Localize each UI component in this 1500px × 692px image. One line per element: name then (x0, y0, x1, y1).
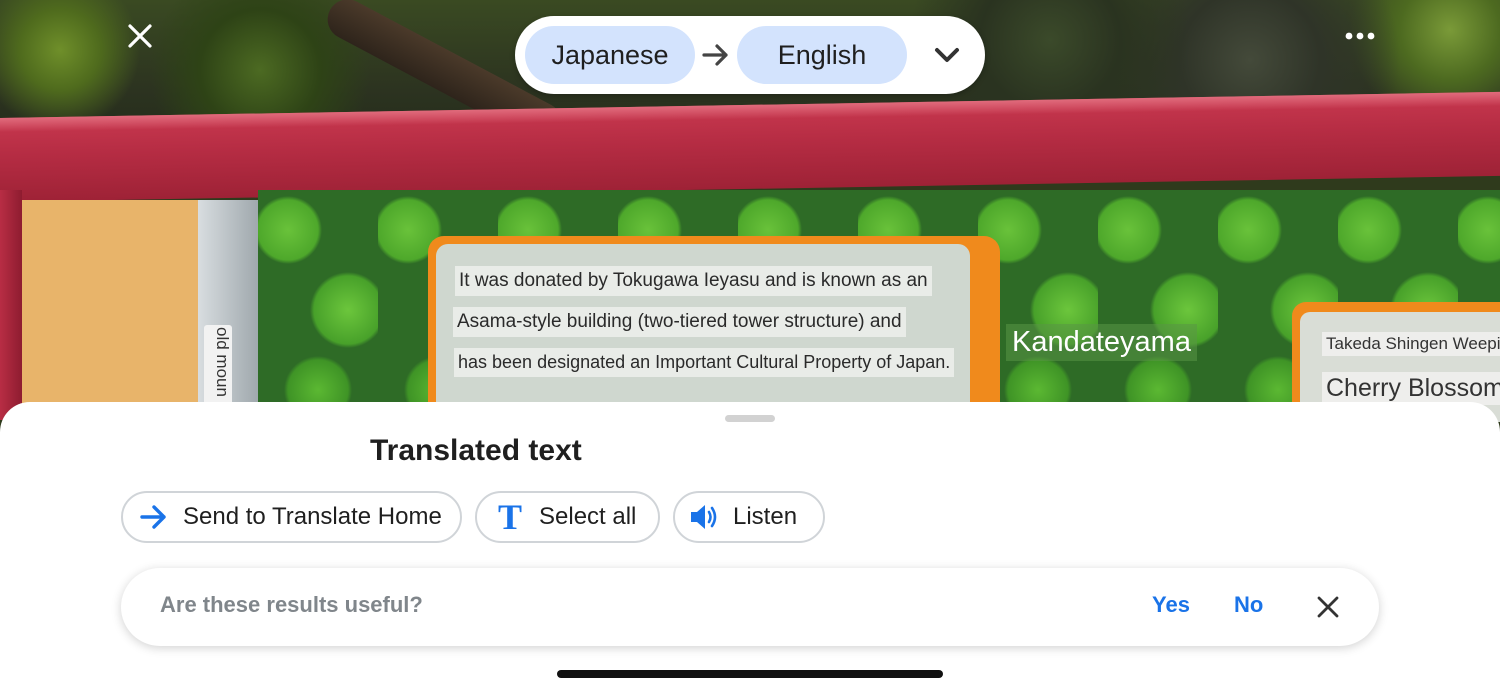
overlay-text-kandateyama[interactable]: Kandateyama (1006, 324, 1197, 361)
send-to-translate-home-button[interactable]: Send to Translate Home (121, 491, 462, 543)
sign-frame-left (0, 190, 22, 420)
send-arrow-icon (137, 500, 171, 534)
feedback-dismiss-button[interactable] (1311, 590, 1345, 624)
sheet-title: Translated text (370, 434, 582, 467)
select-all-label: Select all (539, 503, 637, 530)
feedback-question: Are these results useful? (160, 592, 423, 617)
source-language-chip[interactable]: Japanese (525, 26, 695, 84)
sheet-drag-handle[interactable] (725, 415, 775, 422)
bottom-sheet: Translated text Send to Translate Home T… (0, 402, 1500, 692)
close-button[interactable] (118, 14, 162, 58)
overlay-text-line-2[interactable]: Asama-style building (two-tiered tower s… (453, 307, 906, 337)
arrow-right-icon (702, 44, 728, 66)
send-button-label: Send to Translate Home (183, 503, 442, 530)
language-selector: Japanese English (515, 16, 985, 94)
speaker-icon (687, 500, 721, 534)
dismiss-icon (1317, 596, 1339, 618)
chevron-down-icon (935, 48, 959, 62)
more-options-button[interactable] (1336, 14, 1384, 58)
feedback-card: Are these results useful? Yes No (121, 568, 1379, 646)
close-icon (128, 24, 152, 48)
sign-tan-area (22, 200, 204, 420)
home-indicator[interactable] (557, 670, 943, 678)
feedback-no-button[interactable]: No (1234, 592, 1263, 618)
more-icon (1345, 32, 1375, 40)
overlay-text-line-3[interactable]: has been designated an Important Cultura… (454, 348, 955, 377)
overlay-text-takeda[interactable]: Takeda Shingen Weeping (1322, 332, 1500, 356)
listen-label: Listen (733, 503, 798, 530)
language-dropdown-button[interactable] (927, 38, 967, 72)
target-language-chip[interactable]: English (737, 26, 907, 84)
overlay-text-cherry-blossom[interactable]: Cherry Blossom (1322, 372, 1500, 405)
select-all-button[interactable]: T Select all (475, 491, 660, 543)
overlay-text-line-1[interactable]: It was donated by Tokugawa Ieyasu and is… (455, 266, 932, 296)
feedback-yes-button[interactable]: Yes (1152, 592, 1190, 618)
listen-button[interactable]: Listen (673, 491, 825, 543)
overlay-vertical-text[interactable]: old moun (204, 325, 232, 405)
text-select-icon: T (497, 497, 522, 537)
